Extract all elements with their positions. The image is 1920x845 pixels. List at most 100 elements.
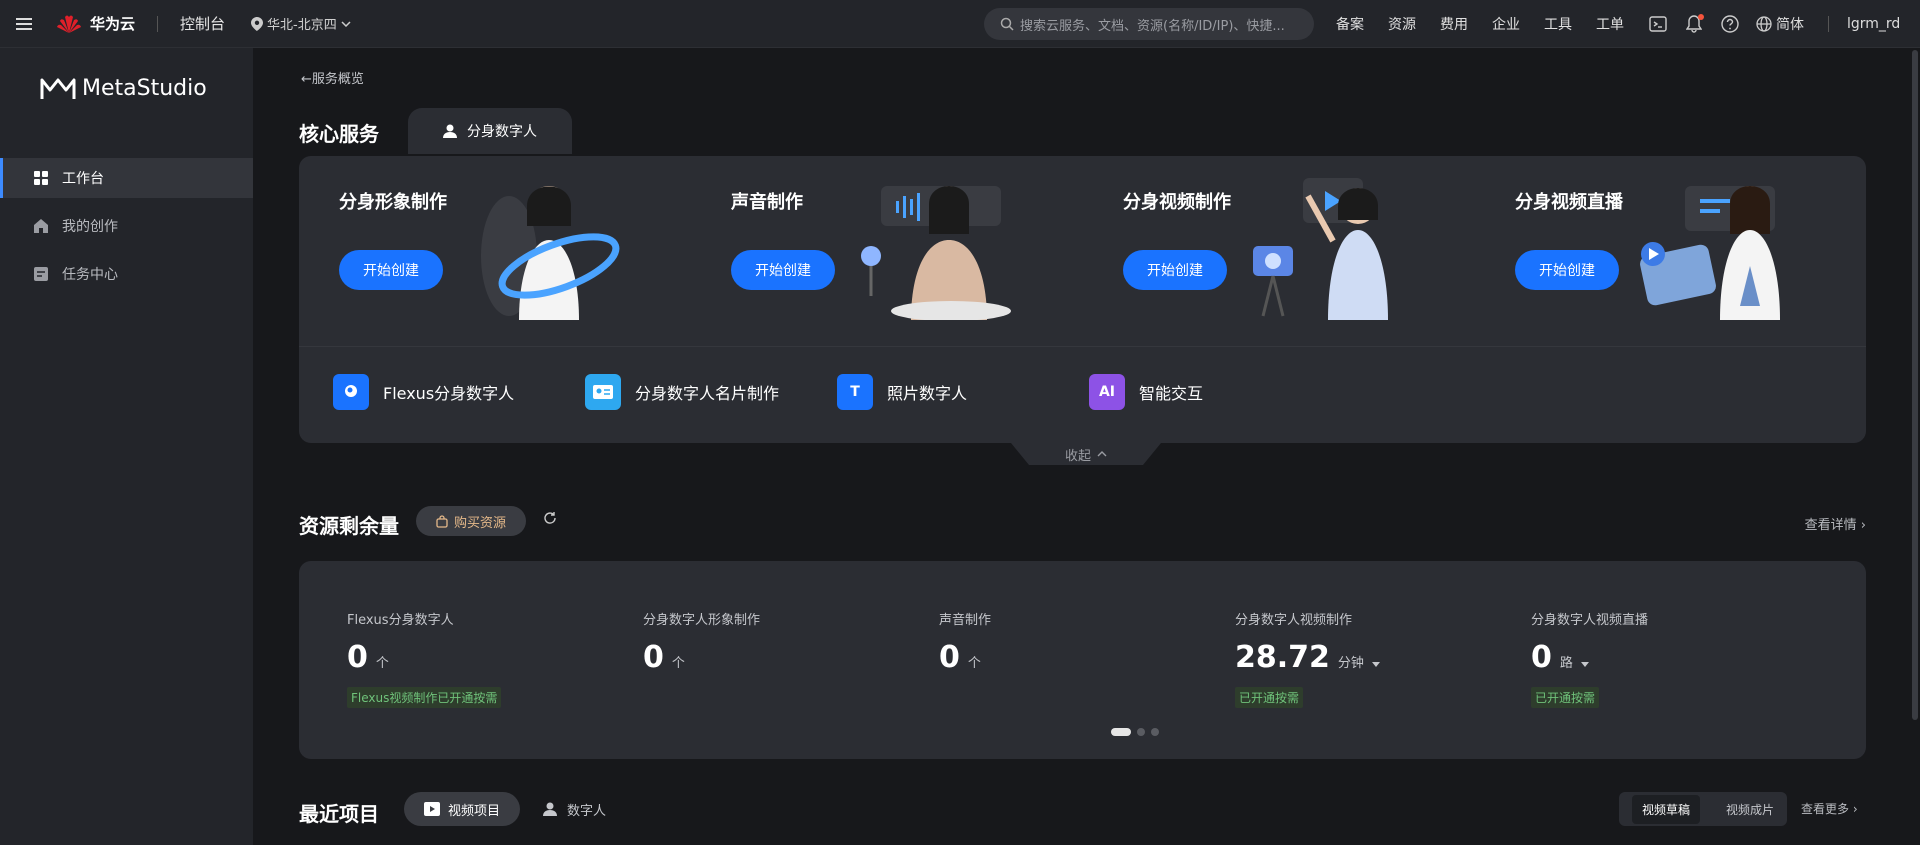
grid-icon xyxy=(34,171,48,185)
tab-label: 视频项目 xyxy=(447,803,500,819)
tool-flexus-digital-human[interactable]: Flexus分身数字人 xyxy=(333,374,585,410)
live-illustration xyxy=(1640,186,1780,320)
huawei-logo[interactable]: 华为云 xyxy=(56,13,135,35)
core-services-card: 分身形象制作 开始创建 声音制作 开始创建 分身视频制作 开始创建 分身视频直播… xyxy=(299,156,1866,443)
tab-avatar-digital-human[interactable]: 分身数字人 xyxy=(408,108,572,154)
sidebar: MetaStudio 工作台 我的创作 任务中心 xyxy=(0,48,253,845)
chevron-down-icon xyxy=(341,20,351,27)
help-icon[interactable] xyxy=(1720,14,1740,34)
start-create-button[interactable]: 开始创建 xyxy=(339,250,443,290)
segment-draft[interactable]: 视频草稿 xyxy=(1631,794,1700,824)
collapse-toggle[interactable]: 收起 xyxy=(1011,443,1161,465)
tool-label: 照片数字人 xyxy=(887,384,968,403)
view-more-link[interactable]: 查看更多 › xyxy=(1801,800,1858,817)
user-icon xyxy=(443,124,457,138)
recent-projects-title: 最近项目 xyxy=(299,802,379,826)
flexus-icon xyxy=(333,374,369,410)
metastudio-logo[interactable]: MetaStudio xyxy=(40,76,207,101)
resource-value: 0 xyxy=(347,640,368,675)
tool-business-card[interactable]: 分身数字人名片制作 xyxy=(585,374,837,410)
service-video-live: 分身视频直播 开始创建 xyxy=(1475,156,1867,344)
link-beian[interactable]: 备案 xyxy=(1336,14,1364,34)
sidebar-item-my-creations[interactable]: 我的创作 xyxy=(0,206,253,246)
bag-icon xyxy=(436,514,448,528)
resource-flexus: Flexus分身数字人 0个 Flexus视频制作已开通按需 xyxy=(347,609,637,708)
resource-value: 28.72 xyxy=(1235,640,1330,675)
resource-video-live: 分身数字人视频直播 0 路 已开通按需 xyxy=(1531,609,1821,708)
status-badge: 已开通按需 xyxy=(1235,687,1304,708)
tab-label: 分身数字人 xyxy=(467,124,537,140)
link-resources[interactable]: 资源 xyxy=(1388,14,1416,34)
carousel-dot[interactable] xyxy=(1137,728,1145,736)
tool-photo-digital-human[interactable]: T 照片数字人 xyxy=(837,374,1089,410)
service-title: 分身视频制作 xyxy=(1123,192,1231,213)
link-enterprise[interactable]: 企业 xyxy=(1492,14,1520,34)
resource-unit: 个 xyxy=(671,656,685,671)
caret-down-icon[interactable] xyxy=(1371,662,1380,667)
link-tools[interactable]: 工具 xyxy=(1544,14,1572,34)
notification-dot xyxy=(1698,14,1704,20)
resource-value: 0 xyxy=(643,640,664,675)
avatar-illustration xyxy=(481,186,620,320)
tool-smart-interaction[interactable]: AI 智能交互 xyxy=(1089,374,1341,410)
chevron-right-icon: › xyxy=(1852,802,1858,816)
resource-voice-creation: 声音制作 0个 xyxy=(939,609,1229,675)
back-link[interactable]: ←服务概览 xyxy=(301,68,364,87)
resources-title: 资源剩余量 xyxy=(299,514,399,538)
collapse-label: 收起 xyxy=(1064,448,1091,464)
view-details-link[interactable]: 查看详情 › xyxy=(1805,514,1866,533)
region-selector[interactable]: 华北-北京四 xyxy=(251,14,351,33)
tab-label: 数字人 xyxy=(567,803,607,819)
link-billing[interactable]: 费用 xyxy=(1440,14,1468,34)
divider xyxy=(157,15,159,32)
carousel-dot[interactable] xyxy=(1111,728,1131,736)
resource-label: 分身数字人视频直播 xyxy=(1531,613,1649,628)
resource-value: 0 xyxy=(939,640,960,675)
divider xyxy=(299,346,1866,347)
start-create-button[interactable]: 开始创建 xyxy=(731,250,835,290)
refresh-icon[interactable] xyxy=(543,511,557,529)
tool-list: Flexus分身数字人 分身数字人名片制作 T 照片数字人 AI 智能交互 xyxy=(333,374,1341,410)
tab-video-projects[interactable]: 视频项目 xyxy=(404,792,520,826)
service-avatar-creation: 分身形象制作 开始创建 xyxy=(299,156,691,344)
menu-button[interactable] xyxy=(0,0,48,48)
top-icons: 简体 xyxy=(1648,0,1804,48)
tab-digital-human[interactable]: 数字人 xyxy=(543,792,606,826)
hamburger-icon xyxy=(16,17,32,30)
start-create-button[interactable]: 开始创建 xyxy=(1123,250,1227,290)
bell-icon[interactable] xyxy=(1684,14,1704,34)
chevron-right-icon: › xyxy=(1860,518,1866,533)
top-links: 备案 资源 费用 企业 工具 工单 xyxy=(1336,0,1624,48)
caret-down-icon[interactable] xyxy=(1580,662,1589,667)
resource-video-creation: 分身数字人视频制作 28.72 分钟 已开通按需 xyxy=(1235,609,1525,708)
service-title: 分身形象制作 xyxy=(339,192,447,213)
sidebar-item-workbench[interactable]: 工作台 xyxy=(0,158,253,198)
resource-label: Flexus分身数字人 xyxy=(347,613,454,628)
terminal-icon[interactable] xyxy=(1648,14,1668,34)
segment-final[interactable]: 视频成片 xyxy=(1726,801,1774,818)
resources-card: Flexus分身数字人 0个 Flexus视频制作已开通按需 分身数字人形象制作… xyxy=(299,561,1866,759)
sidebar-item-label: 工作台 xyxy=(62,171,104,187)
tool-label: Flexus分身数字人 xyxy=(383,384,515,403)
user-menu[interactable]: lgrm_rd xyxy=(1828,0,1900,48)
carousel-dot[interactable] xyxy=(1151,728,1159,736)
resource-label: 声音制作 xyxy=(939,613,992,628)
region-label: 华北-北京四 xyxy=(267,18,337,33)
task-icon xyxy=(34,267,48,281)
id-card-icon xyxy=(585,374,621,410)
search-input[interactable]: 搜索云服务、文档、资源(名称/ID/IP)、快捷... xyxy=(984,8,1314,40)
console-link[interactable]: 控制台 xyxy=(180,13,225,34)
chevron-up-icon xyxy=(1097,451,1107,457)
language-selector[interactable]: 简体 xyxy=(1756,14,1804,34)
resource-unit: 个 xyxy=(375,656,389,671)
globe-icon xyxy=(1756,16,1772,32)
status-badge: 已开通按需 xyxy=(1531,687,1600,708)
huawei-flower-icon xyxy=(57,15,81,33)
language-label: 简体 xyxy=(1776,17,1804,33)
buy-resources-button[interactable]: 购买资源 xyxy=(416,506,526,536)
start-create-button[interactable]: 开始创建 xyxy=(1515,250,1619,290)
sidebar-item-label: 任务中心 xyxy=(62,267,118,283)
link-ticket[interactable]: 工单 xyxy=(1596,14,1624,34)
sidebar-item-task-center[interactable]: 任务中心 xyxy=(0,254,253,294)
scrollbar[interactable] xyxy=(1912,50,1918,720)
